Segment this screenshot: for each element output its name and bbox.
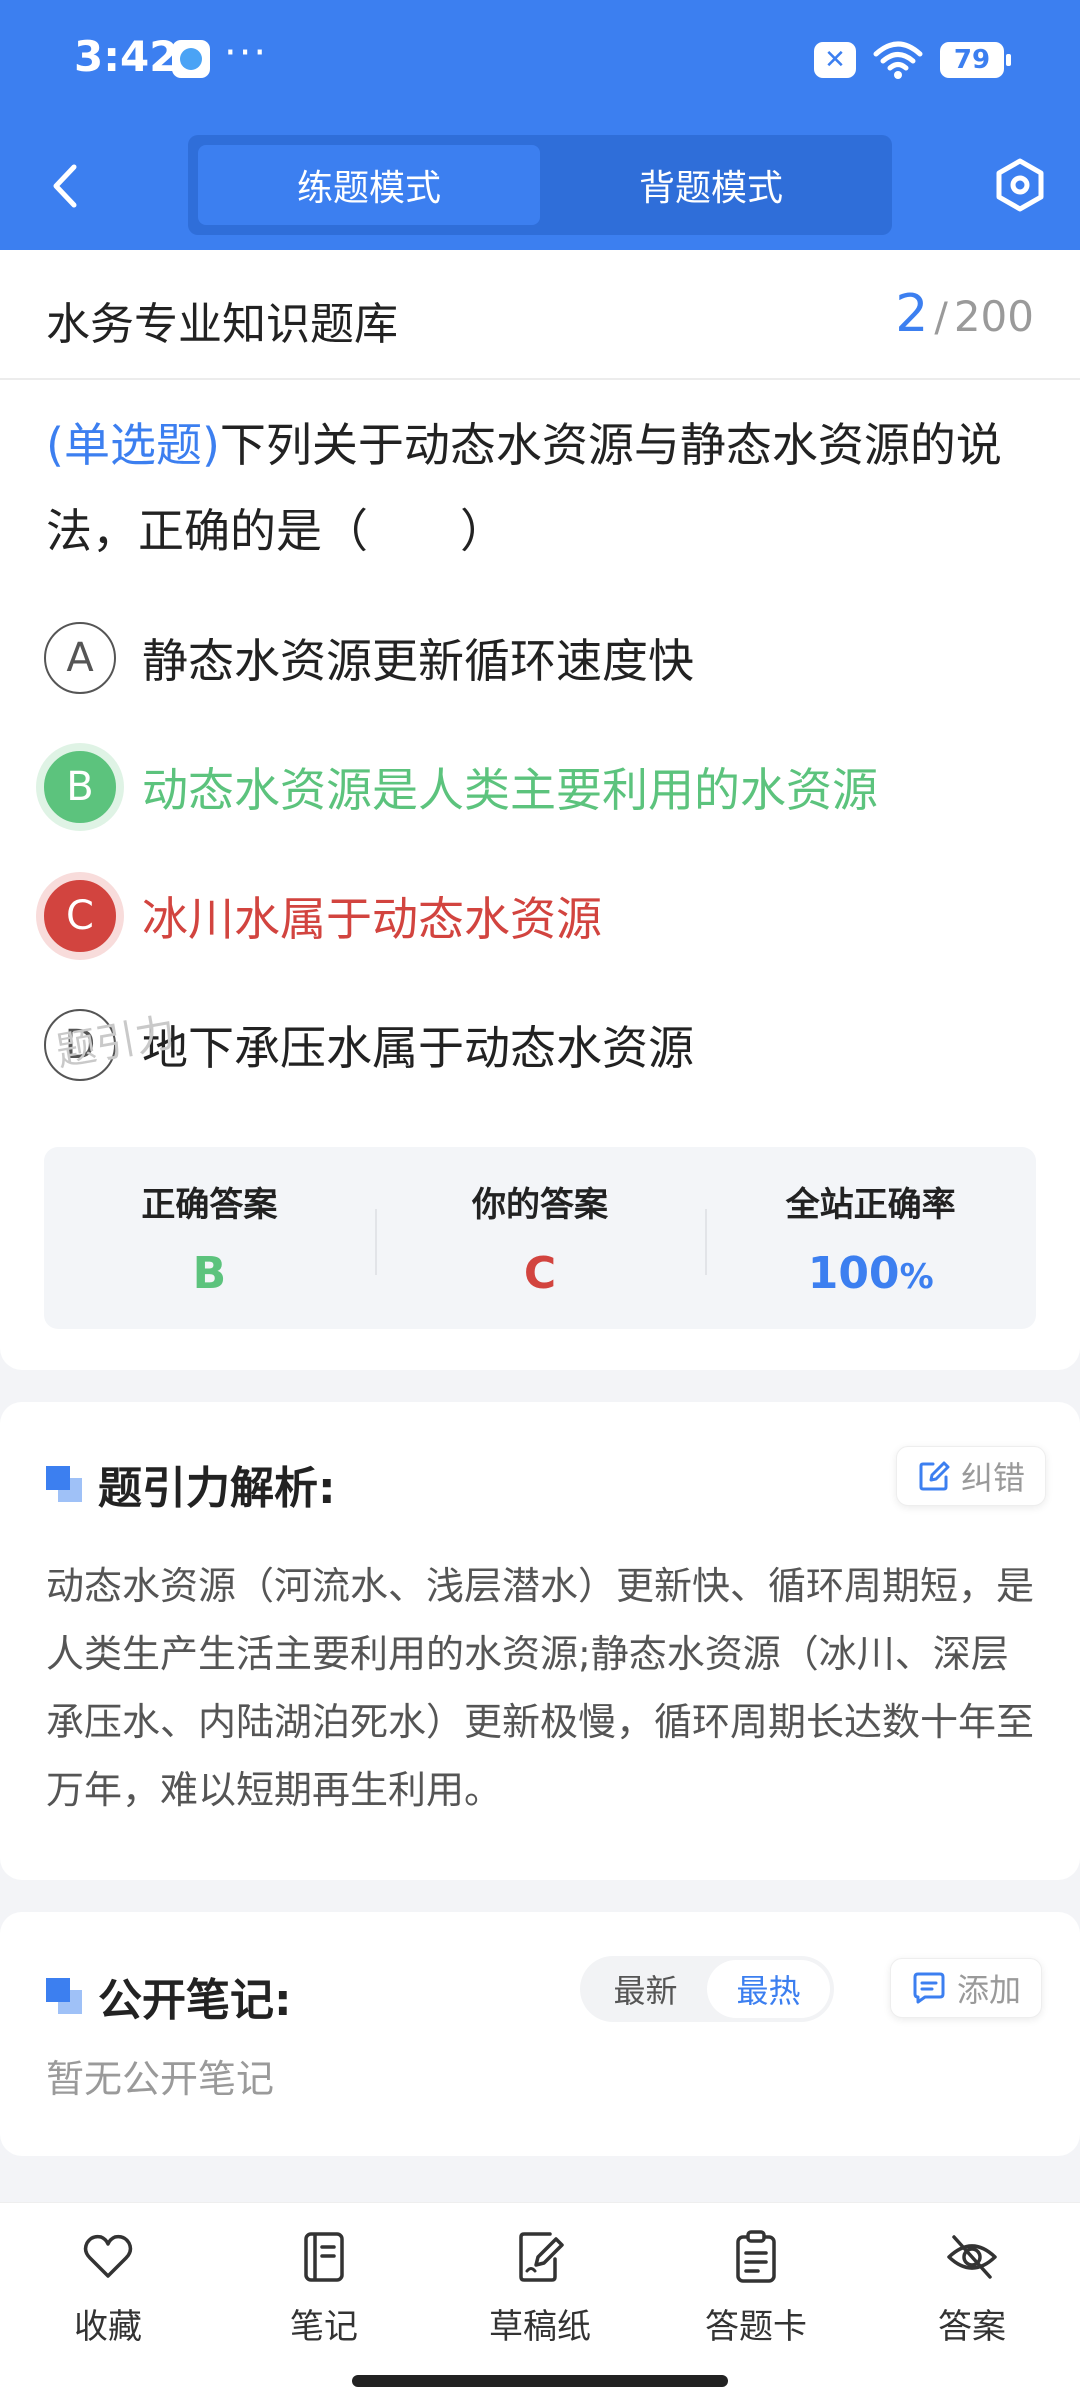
report-error-label: 纠错 xyxy=(961,1459,1026,1497)
question-bank-title: 水务专业知识题库 xyxy=(46,299,398,350)
option-b[interactable]: B 动态水资源是人类主要利用的水资源 xyxy=(44,747,1034,827)
eye-off-icon xyxy=(947,2235,997,2279)
section-squares-icon xyxy=(46,1978,82,2014)
option-letter: C xyxy=(44,880,116,952)
nav-favorite[interactable]: 收藏 xyxy=(28,2229,188,2348)
question-card: 水务专业知识题库 2 / 200 (单选题)下列关于动态水资源与静态水资源的说法… xyxy=(0,250,1080,1370)
home-indicator[interactable] xyxy=(352,2375,728,2387)
mode-switch: 练题模式 背题模式 xyxy=(188,135,892,235)
add-note-label: 添加 xyxy=(957,1971,1022,2009)
no-notes-text: 暂无公开笔记 xyxy=(46,2057,275,2101)
accuracy-section: 全站正确率 100% xyxy=(705,1147,1036,1329)
correct-answer-section: 正确答案 B xyxy=(44,1147,375,1329)
question-progress[interactable]: 2 / 200 xyxy=(895,284,1034,344)
progress-separator: / xyxy=(934,295,948,341)
nav-notes[interactable]: 笔记 xyxy=(244,2229,404,2348)
notebook-icon xyxy=(304,2232,344,2282)
nav-label: 笔记 xyxy=(290,2307,358,2347)
nav-label: 收藏 xyxy=(74,2307,142,2347)
question-bank-row: 水务专业知识题库 2 / 200 xyxy=(0,250,1080,380)
your-answer-label: 你的答案 xyxy=(472,1185,608,1225)
back-button[interactable] xyxy=(40,158,90,214)
status-indicators: ✕ 79 xyxy=(814,40,1011,80)
draft-paper-icon xyxy=(519,2232,564,2282)
option-text: 冰川水属于动态水资源 xyxy=(142,892,602,946)
your-answer-section: 你的答案 C xyxy=(374,1147,706,1329)
section-squares-icon xyxy=(46,1466,82,1502)
correct-answer-label: 正确答案 xyxy=(141,1185,278,1225)
option-text: 静态水资源更新循环速度快 xyxy=(142,634,694,688)
settings-icon[interactable] xyxy=(992,157,1048,213)
no-sim-icon: ✕ xyxy=(814,42,856,78)
public-notes-card: 公开笔记: 最新 最热 添加 暂无公开笔记 xyxy=(0,1912,1080,2156)
analysis-header: 题引力解析: xyxy=(46,1452,336,1516)
notes-header: 公开笔记: xyxy=(46,1964,292,2028)
accuracy-unit: % xyxy=(899,1257,934,1297)
sort-latest-button[interactable]: 最新 xyxy=(584,1960,707,2018)
nav-draft-paper[interactable]: 草稿纸 xyxy=(460,2229,620,2348)
status-time: 3:42 xyxy=(74,32,179,81)
app-header: 3:42 ··· ✕ 79 练题模式 背题模式 xyxy=(0,0,1080,250)
nav-answer[interactable]: 答案 xyxy=(892,2229,1052,2348)
notification-app-icon xyxy=(172,40,210,78)
wifi-icon xyxy=(873,41,923,79)
option-text: 动态水资源是人类主要利用的水资源 xyxy=(142,763,878,817)
your-answer-value: C xyxy=(523,1248,557,1299)
accuracy-number: 100 xyxy=(807,1248,900,1299)
bottom-toolbar: 收藏 笔记 草稿纸 答题卡 答案 xyxy=(0,2202,1080,2400)
nav-answer-sheet[interactable]: 答题卡 xyxy=(676,2229,836,2348)
report-error-button[interactable]: 纠错 xyxy=(896,1446,1047,1506)
option-text: 地下承压水属于动态水资源 xyxy=(142,1021,694,1075)
current-question-number: 2 xyxy=(895,284,929,344)
option-letter: A xyxy=(44,622,116,694)
answer-sheet-icon xyxy=(736,2230,776,2283)
analysis-card: 题引力解析: 纠错 动态水资源（河流水、浅层潜水）更新快、循环周期短，是人类生产… xyxy=(0,1402,1080,1880)
nav-label: 答题卡 xyxy=(705,2307,807,2347)
accuracy-label: 全站正确率 xyxy=(785,1185,956,1225)
option-c[interactable]: C 冰川水属于动态水资源 xyxy=(44,876,1034,956)
nav-label: 答案 xyxy=(938,2307,1006,2347)
correct-answer-value: B xyxy=(192,1248,227,1299)
question-type: (单选题) xyxy=(46,418,220,472)
status-more-dots: ··· xyxy=(224,30,269,76)
option-a[interactable]: A 静态水资源更新循环速度快 xyxy=(44,618,1034,698)
notes-sort-toggle: 最新 最热 xyxy=(580,1956,834,2022)
accuracy-value: 100% xyxy=(808,1248,934,1299)
sort-hot-button[interactable]: 最热 xyxy=(707,1960,830,2018)
answer-result-box: 正确答案 B 你的答案 C 全站正确率 100% xyxy=(44,1147,1036,1329)
heart-icon xyxy=(83,2234,133,2278)
option-d[interactable]: D 地下承压水属于动态水资源 xyxy=(44,1005,1034,1085)
add-note-button[interactable]: 添加 xyxy=(890,1958,1043,2018)
analysis-text: 动态水资源（河流水、浅层潜水）更新快、循环周期短，是人类生产生活主要利用的水资源… xyxy=(46,1564,1035,1812)
analysis-title: 题引力解析: xyxy=(98,1463,336,1514)
tab-practice-mode[interactable]: 练题模式 xyxy=(198,145,540,225)
option-letter: B xyxy=(44,751,116,823)
total-question-count: 200 xyxy=(953,292,1034,341)
edit-icon xyxy=(919,1461,950,1491)
nav-label: 草稿纸 xyxy=(489,2307,591,2347)
notes-title: 公开笔记: xyxy=(98,1975,292,2026)
question-stem: (单选题)下列关于动态水资源与静态水资源的说法，正确的是（ ） xyxy=(46,402,1040,574)
battery-icon: 79 xyxy=(940,42,1011,78)
comment-icon xyxy=(913,1972,945,2004)
chevron-left-icon xyxy=(53,164,77,208)
tab-memorize-mode[interactable]: 背题模式 xyxy=(540,145,882,225)
